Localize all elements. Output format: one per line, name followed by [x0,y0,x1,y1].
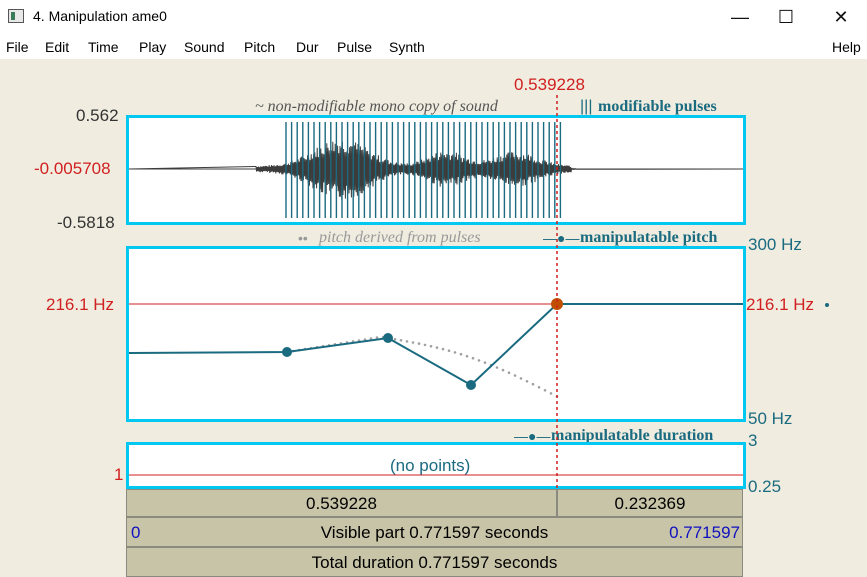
derived-pitch-dot [537,386,541,389]
pitch-point[interactable] [466,380,476,390]
derived-pitch-caption: pitch derived from pulses [319,229,481,246]
menu-sound[interactable]: Sound [184,39,224,55]
time-segment-left[interactable]: 0.539228 [126,489,557,517]
derived-pitch-dot [525,380,529,383]
time-segment-right[interactable]: 0.232369 [557,489,743,517]
manip-pitch-caption: manipulatable pitch [580,229,718,246]
visible-start: 0 [131,523,141,542]
pitch-point[interactable] [383,333,393,343]
time-segment-right-label: 0.232369 [614,494,686,513]
derived-pitch-dot [531,382,535,386]
derived-pitch-dot [495,366,499,369]
cursor-time-label: 0.539228 [514,75,585,94]
title-bar: 4. Manipulation ame0 — ☐ ✕ [0,0,867,34]
sound-y-min: -0.5818 [57,213,115,232]
pulses-mark-icon: ||| [580,98,593,115]
derived-pitch-dot [441,347,445,351]
pitch-panel[interactable] [126,246,746,422]
pitch-cursor-dot-icon [825,303,829,307]
maximize-icon: ☐ [777,7,795,27]
pitch-y-bottom: 50 Hz [748,409,793,428]
derived-pitch-dot [423,343,427,347]
menu-edit[interactable]: Edit [45,39,69,55]
derived-pitch-dot [501,368,505,372]
pitch-cursor-right: 216.1 Hz [746,295,815,314]
sound-panel[interactable] [126,115,746,225]
derived-pitch-mark-icon: •• [298,230,308,246]
derived-pitch-dot [507,371,511,374]
total-duration-label: Total duration 0.771597 seconds [311,553,558,572]
derived-pitch-dot [417,342,421,345]
derived-pitch-dot [483,361,487,364]
window-title: 4. Manipulation ame0 [33,8,167,24]
menu-file[interactable]: File [6,39,29,55]
derived-pitch-dot [543,389,547,392]
maximize-button[interactable]: ☐ [763,0,809,34]
derived-pitch-dot [399,339,403,342]
derived-pitch-dot [435,346,439,349]
menu-bar: File Edit Time Play Sound Pitch Dur Puls… [0,34,867,59]
derived-pitch-dot [393,338,397,341]
menu-pulse[interactable]: Pulse [337,39,372,55]
manipulation-workspace: 0.539228 ~ non-modifiable mono copy of s… [0,59,867,577]
menu-time[interactable]: Time [88,39,119,55]
menu-help[interactable]: Help [832,39,861,55]
minimize-button[interactable]: — [717,0,763,34]
sound-y-max: 0.562 [76,106,119,125]
visible-part-label: Visible part 0.771597 seconds [320,523,549,542]
derived-pitch-dot [513,374,517,377]
derived-pitch-dot [411,341,415,344]
total-duration-bar[interactable]: Total duration 0.771597 seconds [126,547,743,577]
menu-dur[interactable]: Dur [296,39,319,55]
close-button[interactable]: ✕ [818,0,864,34]
duration-y-bottom: 0.25 [748,477,782,496]
derived-pitch-dot [549,392,553,395]
pitch-point[interactable] [282,347,292,357]
app-icon [8,9,24,23]
pitch-y-top: 300 Hz [748,235,802,254]
visible-part-bar[interactable]: 0 Visible part 0.771597 seconds 0.771597 [126,517,743,547]
time-segment-left-label: 0.539228 [306,494,377,513]
derived-pitch-dot [405,340,409,343]
sound-caption: ~ non-modifiable mono copy of sound [255,98,498,115]
visible-end: 0.771597 [669,523,740,542]
close-icon: ✕ [833,7,849,27]
duration-no-points: (no points) [390,456,471,475]
derived-pitch-dot [465,354,469,358]
derived-pitch-dot [447,349,451,352]
duration-y-top: 3 [748,431,758,450]
derived-pitch-dot [471,356,475,360]
menu-pitch[interactable]: Pitch [244,39,275,55]
derived-pitch-dot [519,377,523,380]
manip-pitch-mark-icon: —●— [543,230,580,246]
duration-y-cursor: 1 [114,465,124,484]
derived-pitch-dot [453,351,457,354]
menu-synth[interactable]: Synth [389,39,425,55]
minimize-icon: — [731,7,749,27]
menu-play[interactable]: Play [139,39,166,55]
derived-pitch-dot [477,359,481,362]
sound-y-cursor: -0.005708 [34,159,111,178]
derived-pitch-dot [429,344,433,348]
pulses-caption: modifiable pulses [598,98,717,115]
pitch-cursor-left: 216.1 Hz [46,295,115,314]
derived-pitch-dot [459,352,463,356]
cursor-line [556,95,558,491]
